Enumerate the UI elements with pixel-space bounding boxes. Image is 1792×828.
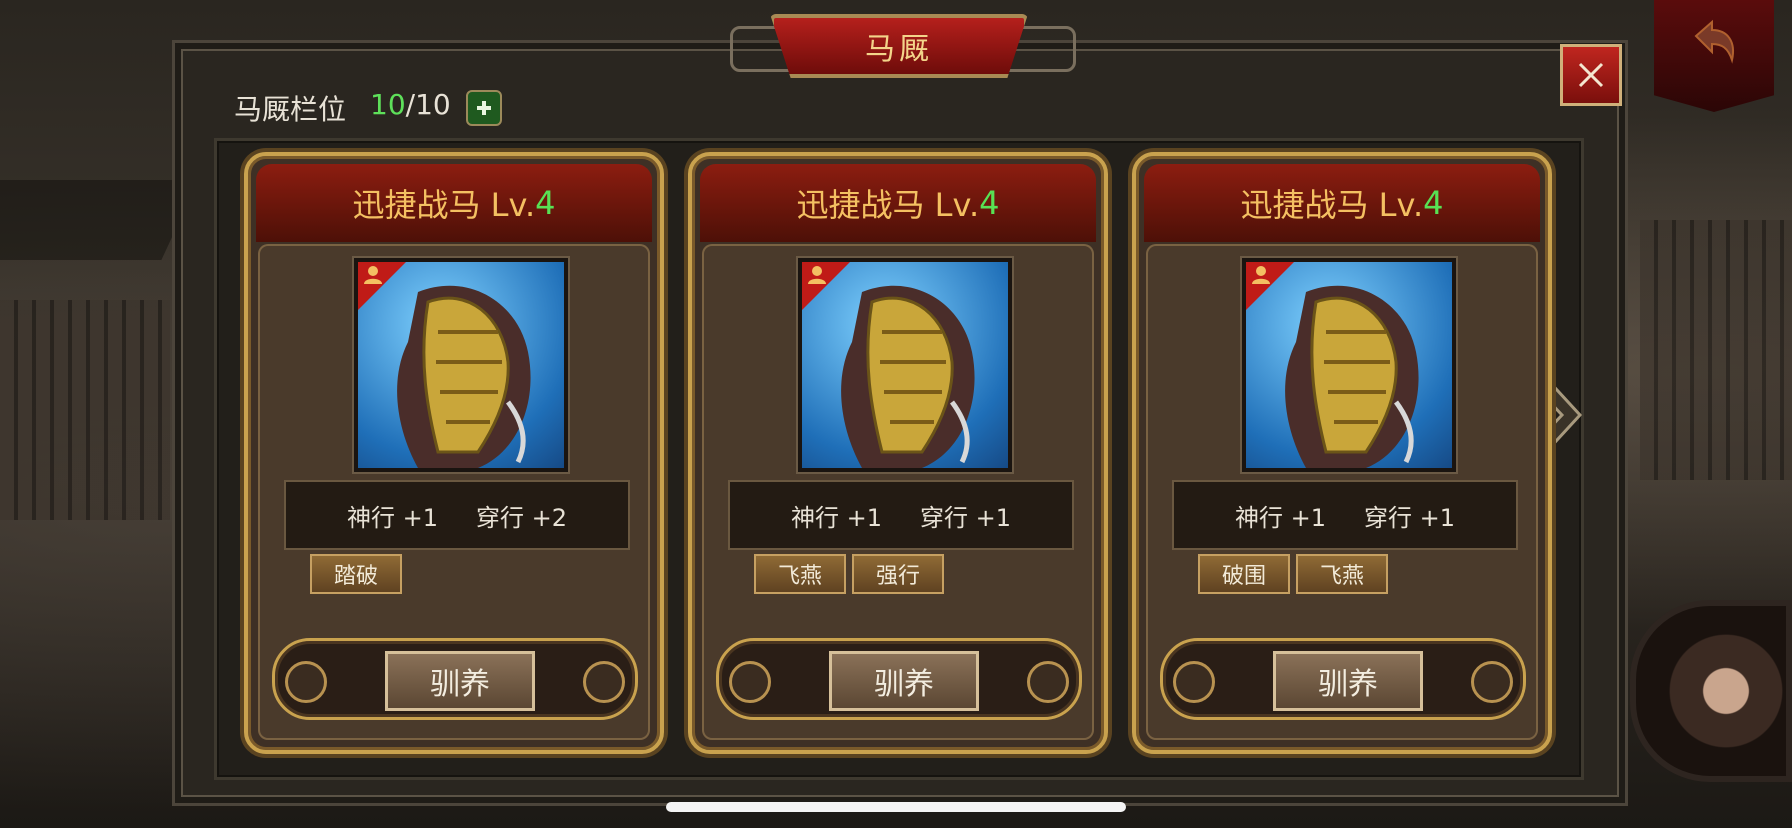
ornament-knob (1027, 661, 1069, 703)
background-building (0, 300, 170, 520)
stat-shenxing: 神行 +1 (790, 503, 882, 532)
horse-stats: 神行 +1 穿行 +1 (1172, 480, 1518, 550)
horse-level: 4 (1423, 184, 1444, 222)
stat-chuanxing: 穿行 +1 (1364, 503, 1456, 532)
background-roof (0, 180, 199, 260)
ornament-knob (285, 661, 327, 703)
train-button[interactable]: 驯养 (829, 651, 979, 711)
horse-name: 迅捷战马 Lv. (796, 186, 980, 224)
horse-skills: 飞燕 强行 (754, 554, 944, 594)
horse-card-body: 神行 +1 穿行 +2 踏破 驯养 (258, 244, 650, 740)
horse-card: 迅捷战马 Lv. 4 神行 +1 穿行 +1 破围 飞燕 驯养 (1132, 152, 1552, 754)
ornament-knob (729, 661, 771, 703)
horse-level: 4 (535, 184, 556, 222)
horse-card-footer: 驯养 (716, 638, 1082, 720)
horse-card-body: 神行 +1 穿行 +1 破围 飞燕 驯养 (1146, 244, 1538, 740)
stat-shenxing: 神行 +1 (346, 503, 438, 532)
horse-name: 迅捷战马 Lv. (352, 186, 536, 224)
skill-button[interactable]: 踏破 (310, 554, 402, 594)
ornament-knob (1173, 661, 1215, 703)
ornament-knob (583, 661, 625, 703)
user-icon (364, 266, 382, 284)
train-button[interactable]: 驯养 (385, 651, 535, 711)
stable-slots-current: 10 (370, 88, 406, 121)
user-icon (808, 266, 826, 284)
horse-card-header: 迅捷战马 Lv. 4 (700, 164, 1096, 242)
horse-stats: 神行 +1 穿行 +1 (728, 480, 1074, 550)
stat-chuanxing: 穿行 +1 (920, 503, 1012, 532)
horse-portrait[interactable] (352, 256, 570, 474)
skill-button[interactable]: 飞燕 (1296, 554, 1388, 594)
plus-icon (477, 101, 491, 115)
background-building (1640, 220, 1792, 480)
horse-card: 迅捷战马 Lv. 4 神行 +1 穿行 +2 踏破 驯养 (244, 152, 664, 754)
horse-level: 4 (979, 184, 1000, 222)
return-button[interactable] (1654, 0, 1774, 112)
user-icon (1252, 266, 1270, 284)
return-arrow-icon (1694, 19, 1734, 64)
stable-slots-label: 马厩栏位 (234, 93, 347, 126)
skill-button[interactable]: 强行 (852, 554, 944, 594)
window-title-tab: 马厩 (770, 14, 1028, 78)
home-indicator[interactable] (666, 802, 1126, 812)
stable-slots-max: 10 (415, 88, 451, 121)
horse-card-body: 神行 +1 穿行 +1 飞燕 强行 驯养 (702, 244, 1094, 740)
ornament-knob (1471, 661, 1513, 703)
stable-slots-separator: / (405, 88, 416, 121)
stat-shenxing: 神行 +1 (1234, 503, 1326, 532)
horse-card-footer: 驯养 (1160, 638, 1526, 720)
stat-chuanxing: 穿行 +2 (476, 503, 568, 532)
horse-name: 迅捷战马 Lv. (1240, 186, 1424, 224)
horse-card: 迅捷战马 Lv. 4 神行 +1 穿行 +1 飞燕 强行 驯养 (688, 152, 1108, 754)
train-button[interactable]: 驯养 (1273, 651, 1423, 711)
close-button[interactable] (1560, 44, 1622, 106)
horse-skills: 踏破 (310, 554, 402, 594)
close-icon (1578, 62, 1604, 88)
horse-stats: 神行 +1 穿行 +2 (284, 480, 630, 550)
horse-portrait[interactable] (796, 256, 1014, 474)
horse-card-header: 迅捷战马 Lv. 4 (256, 164, 652, 242)
horse-portrait[interactable] (1240, 256, 1458, 474)
horse-card-header: 迅捷战马 Lv. 4 (1144, 164, 1540, 242)
window-title: 马厩 (865, 32, 933, 67)
stable-slots-count: 10/10 (370, 88, 451, 121)
skill-button[interactable]: 飞燕 (754, 554, 846, 594)
skill-button[interactable]: 破围 (1198, 554, 1290, 594)
add-slot-button[interactable] (466, 90, 502, 126)
horse-card-footer: 驯养 (272, 638, 638, 720)
horse-skills: 破围 飞燕 (1198, 554, 1388, 594)
advisor-portrait[interactable] (1630, 600, 1792, 782)
